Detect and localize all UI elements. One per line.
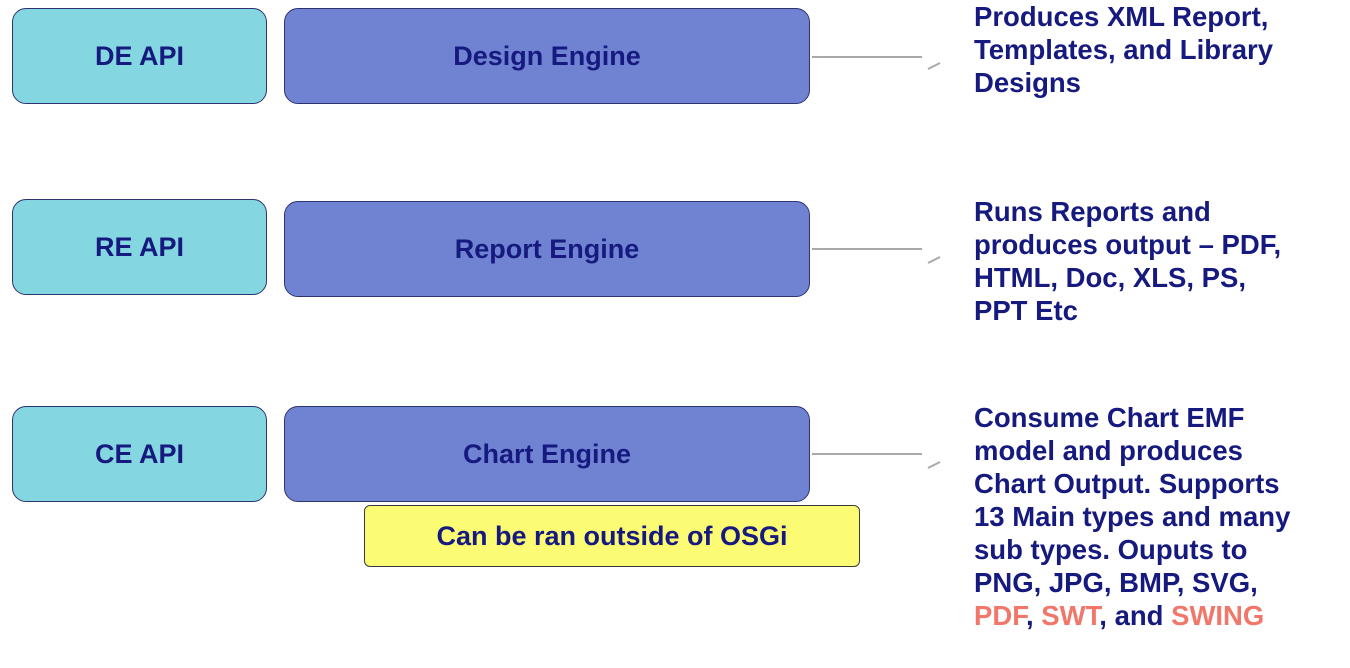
report-engine-description: Runs Reports and produces output – PDF, … [974, 195, 1344, 327]
desc-line: produces output – PDF, [974, 229, 1282, 260]
desc-line: Runs Reports and [974, 196, 1211, 227]
format-swing: SWING [1171, 600, 1265, 631]
desc-line: PPT Etc [974, 295, 1078, 326]
desc-line: 13 Main types and many [974, 501, 1291, 532]
format-separator: , [1025, 600, 1042, 631]
connector-report-tick [927, 256, 941, 264]
desc-line: HTML, Doc, XLS, PS, [974, 262, 1246, 293]
design-engine-description: Produces XML Report, Templates, and Libr… [974, 0, 1344, 99]
format-pdf: PDF [974, 600, 1026, 631]
desc-line: model and produces [974, 435, 1243, 466]
desc-line: sub types. Ouputs to [974, 534, 1248, 565]
desc-line: Chart Output. Supports [974, 468, 1280, 499]
format-separator: , and [1099, 600, 1172, 631]
desc-line: PNG, JPG, BMP, SVG, [974, 567, 1258, 598]
desc-line: Consume Chart EMF [974, 402, 1245, 433]
connector-design-tick [927, 62, 941, 70]
desc-line: Designs [974, 67, 1081, 98]
desc-line-formats: PDF, SWT, and SWING [974, 599, 1344, 632]
chart-engine-description: Consume Chart EMF model and produces Cha… [974, 401, 1344, 632]
format-swt: SWT [1041, 600, 1100, 631]
connector-chart-tick [927, 461, 941, 469]
desc-line: Produces XML Report, [974, 1, 1269, 32]
desc-line: Templates, and Library [974, 34, 1274, 65]
